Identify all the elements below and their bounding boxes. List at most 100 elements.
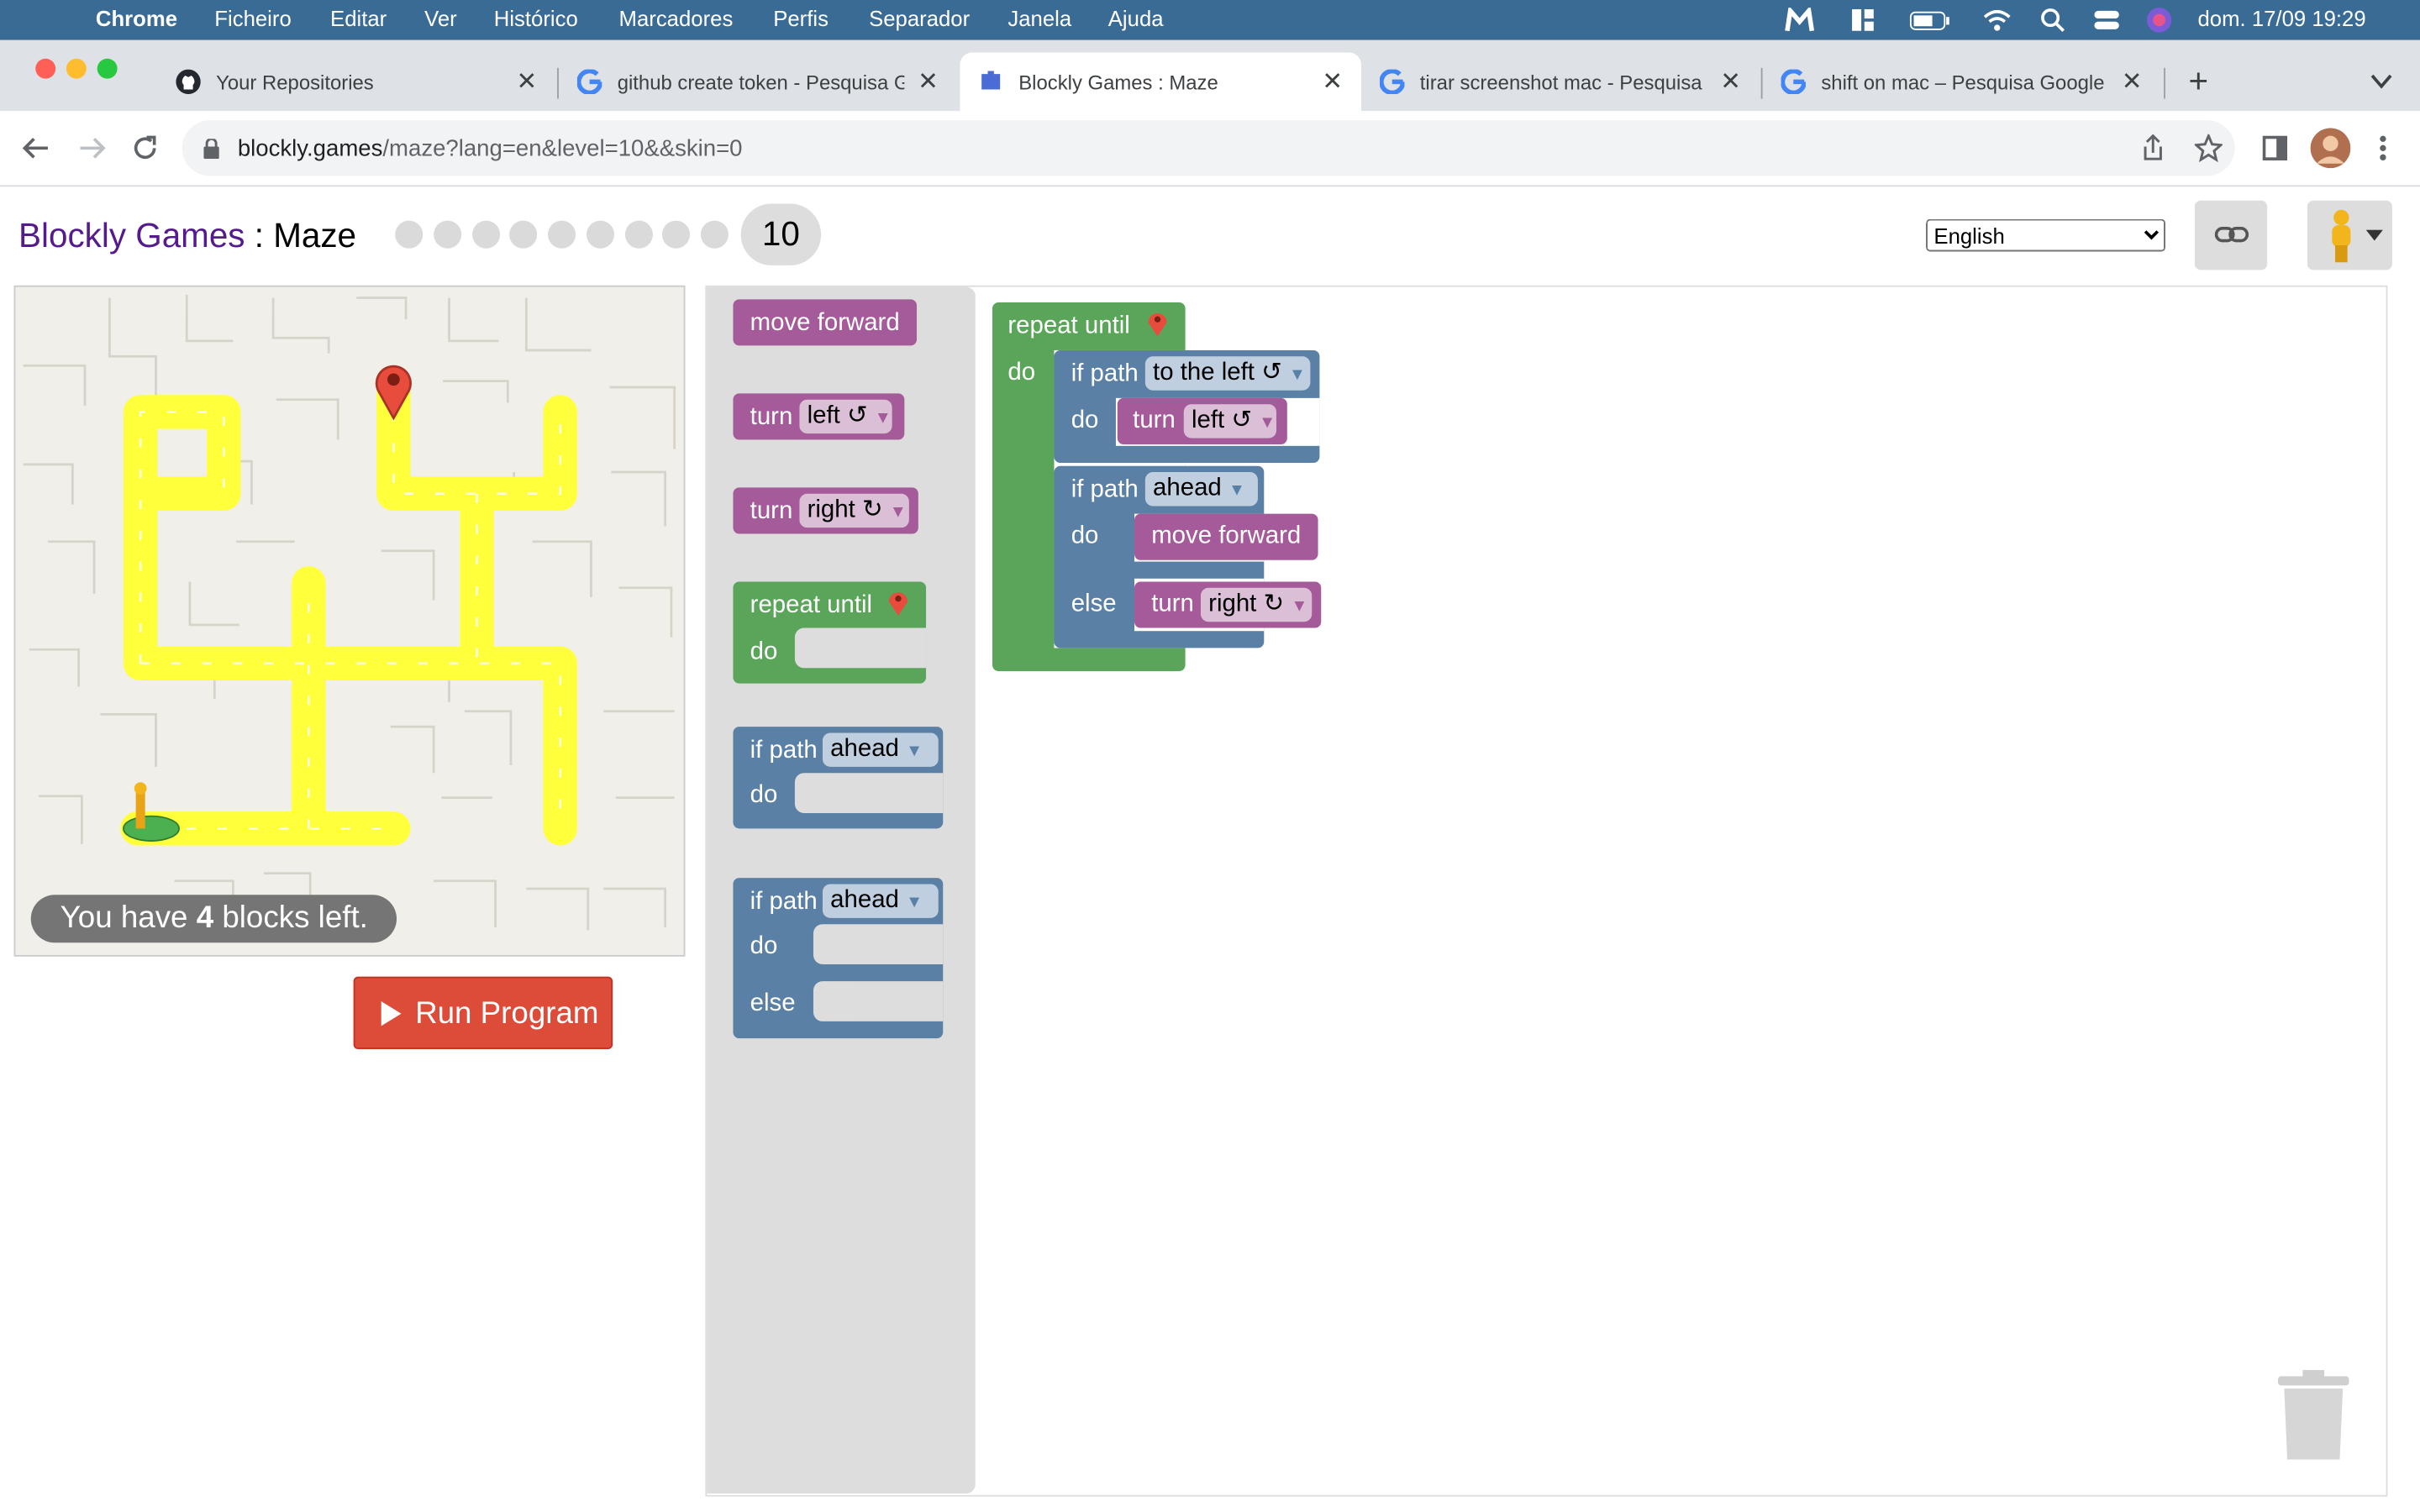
path-direction-dropdown[interactable]: ahead ▼	[1144, 472, 1258, 507]
close-tab-icon[interactable]: ✕	[918, 66, 939, 97]
link-button[interactable]	[2194, 200, 2268, 270]
toolbox-repeat-until-block[interactable]: repeat until do	[733, 581, 927, 684]
kebab-menu-icon[interactable]	[2378, 134, 2387, 162]
address-bar[interactable]: blockly.games/maze?lang=en&level=10&&ski…	[182, 120, 2235, 176]
program-move-forward-block[interactable]: move forward	[1134, 513, 1318, 560]
maze-path-markings	[139, 411, 562, 830]
blockly-icon	[981, 71, 1001, 90]
run-program-button[interactable]: Run Program	[353, 976, 613, 1049]
new-tab-plus-icon[interactable]: +	[2188, 61, 2208, 102]
menu-editar[interactable]: Editar	[330, 6, 387, 30]
direction-dropdown[interactable]: right ↻ ▼	[799, 493, 909, 528]
menu-separador[interactable]: Separador	[869, 6, 970, 30]
wifi-icon[interactable]	[1981, 8, 2012, 32]
skin-picker-button[interactable]	[2307, 200, 2392, 270]
current-level-badge[interactable]: 10	[740, 203, 822, 265]
control-center-icon[interactable]	[2093, 8, 2121, 32]
block-label: turn	[1133, 407, 1176, 434]
side-panel-icon[interactable]	[2262, 135, 2288, 161]
toolbox-move-forward-block[interactable]: move forward	[733, 299, 918, 346]
level-7-dot[interactable]	[624, 220, 653, 249]
level-2-dot[interactable]	[434, 220, 462, 249]
back-arrow-icon[interactable]	[22, 136, 50, 160]
level-4-dot[interactable]	[509, 220, 538, 249]
direction-dropdown[interactable]: left ↺ ▼	[1183, 404, 1276, 438]
tab-title: Blockly Games : Maze	[1018, 71, 1218, 95]
run-program-label: Run Program	[415, 996, 599, 1031]
blockly-games-link[interactable]: Blockly Games	[18, 216, 245, 255]
level-6-dot[interactable]	[586, 220, 615, 249]
google-icon	[576, 69, 602, 95]
spotlight-search-icon[interactable]	[2040, 8, 2065, 33]
dropdown-value: left ↺	[1191, 407, 1252, 434]
siri-icon[interactable]	[2145, 6, 2173, 34]
close-tab-icon[interactable]: ✕	[2122, 66, 2143, 97]
maze-board	[13, 285, 686, 957]
capacity-count: 4	[196, 900, 214, 936]
forward-arrow-icon[interactable]	[79, 136, 107, 160]
close-tab-icon[interactable]: ✕	[1720, 66, 1741, 97]
tab-github-create-token[interactable]: github create token - Pesquisa Google ✕	[559, 52, 957, 111]
level-1-dot[interactable]	[395, 220, 424, 249]
lock-icon[interactable]	[203, 139, 219, 160]
menu-ver[interactable]: Ver	[424, 6, 457, 30]
share-icon[interactable]	[2142, 134, 2164, 162]
toolbox-if-path-block[interactable]: if path ahead ▼ do	[733, 727, 944, 829]
tab-search-chevron-down-icon[interactable]	[2370, 74, 2392, 89]
program-turn-right-block[interactable]: turn right ↻ ▼	[1134, 581, 1322, 628]
menu-historico[interactable]: Histórico	[494, 6, 578, 30]
language-select[interactable]: English	[1926, 218, 2165, 252]
tab-shift-on-mac[interactable]: shift on mac – Pesquisa Google ✕	[1763, 52, 2161, 111]
block-label: if path	[750, 888, 818, 916]
tab-title: github create token - Pesquisa Google	[617, 71, 905, 95]
dropdown-arrow-icon: ▼	[1228, 481, 1245, 501]
tab-tirar-screenshot-mac[interactable]: tirar screenshot mac - Pesquisa Google ✕	[1361, 52, 1760, 111]
trash-can-icon[interactable]	[2278, 1370, 2349, 1462]
profile-avatar[interactable]	[2310, 128, 2351, 169]
path-direction-dropdown[interactable]: ahead ▼	[822, 884, 939, 918]
window-layout-icon[interactable]	[1850, 8, 1875, 32]
url-text[interactable]: blockly.games/maze?lang=en&level=10&&ski…	[238, 136, 743, 162]
minimize-window-icon[interactable]	[66, 58, 87, 79]
close-tab-icon[interactable]: ✕	[517, 66, 538, 97]
toolbox-turn-left-block[interactable]: turn left ↺ ▼	[733, 393, 905, 440]
menu-marcadores[interactable]: Marcadores	[619, 6, 734, 30]
menu-ajuda[interactable]: Ajuda	[1108, 6, 1164, 30]
level-3-dot[interactable]	[472, 220, 501, 249]
menu-perfis[interactable]: Perfis	[773, 6, 829, 30]
maze-svg	[23, 294, 676, 931]
menu-ficheiro[interactable]: Ficheiro	[214, 6, 291, 30]
dropdown-value: ahead	[830, 736, 899, 763]
toolbox-turn-right-block[interactable]: turn right ↻ ▼	[733, 487, 918, 534]
bookmark-star-icon[interactable]	[2194, 134, 2223, 162]
tab-blockly-games-maze[interactable]: Blockly Games : Maze ✕	[960, 52, 1361, 112]
do-label: do	[1071, 407, 1099, 434]
close-tab-icon[interactable]: ✕	[1322, 66, 1343, 97]
block-label: if path	[1071, 360, 1139, 388]
battery-icon[interactable]	[1909, 11, 1952, 31]
program-turn-left-block[interactable]: turn left ↺ ▼	[1117, 397, 1287, 444]
level-5-dot[interactable]	[548, 220, 576, 249]
block-label: if path	[1071, 476, 1139, 503]
tab-your-repositories[interactable]: Your Repositories ✕	[157, 52, 555, 111]
dropdown-arrow-icon: ▼	[1259, 413, 1276, 433]
level-8-dot[interactable]	[661, 220, 691, 249]
direction-dropdown[interactable]: left ↺ ▼	[799, 399, 892, 434]
dropdown-arrow-icon: ▼	[874, 408, 892, 428]
reload-icon[interactable]	[131, 134, 159, 162]
dropdown-value: left ↺	[807, 402, 868, 429]
menu-janela[interactable]: Janela	[1007, 6, 1071, 30]
do-label: do	[750, 782, 778, 809]
path-direction-dropdown[interactable]: ahead ▼	[822, 732, 939, 767]
else-label: else	[1071, 591, 1117, 617]
direction-dropdown[interactable]: right ↻ ▼	[1200, 587, 1313, 622]
menu-clock[interactable]: dom. 17/09 19:29	[2198, 6, 2366, 30]
level-9-dot[interactable]	[700, 220, 729, 249]
zoom-window-icon[interactable]	[97, 58, 118, 79]
path-direction-dropdown[interactable]: to the left ↺ ▼	[1144, 356, 1311, 391]
menu-app-name[interactable]: Chrome	[96, 6, 177, 30]
toolbox-if-else-path-block[interactable]: if path ahead ▼ do else	[733, 878, 944, 1039]
close-window-icon[interactable]	[35, 58, 56, 79]
capacity-prefix: You have	[60, 900, 197, 936]
malwarebytes-icon[interactable]	[1784, 8, 1815, 32]
